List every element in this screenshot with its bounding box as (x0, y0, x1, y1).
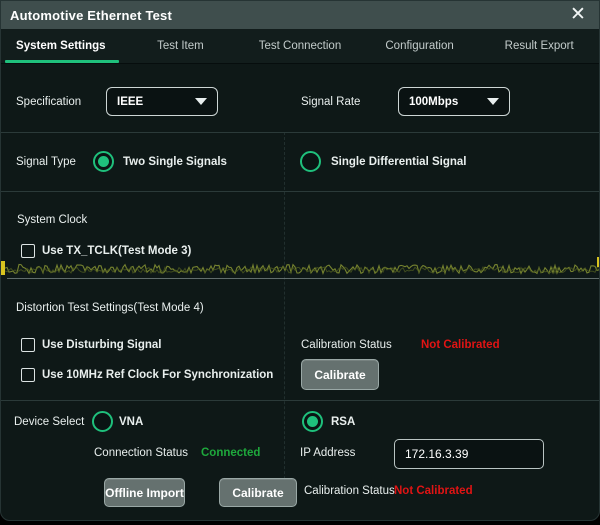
tx-tclk-label: Use TX_TCLK(Test Mode 3) (42, 245, 191, 257)
distortion-calibrate-button[interactable]: Calibrate (301, 359, 379, 390)
connection-status-label: Connection Status (94, 447, 188, 459)
tx-tclk-checkbox[interactable] (21, 244, 35, 258)
rsa-label: RSA (331, 416, 355, 428)
chevron-down-icon (195, 98, 207, 105)
section-divider (1, 191, 599, 192)
title-bar: Automotive Ethernet Test ✕ (1, 1, 599, 29)
close-icon[interactable]: ✕ (567, 4, 589, 26)
signal-rate-dropdown[interactable]: 100Mbps (398, 87, 510, 116)
scope-baseline (7, 278, 600, 279)
scope-waveform (1, 259, 600, 279)
ip-address-input[interactable] (394, 439, 544, 469)
single-differential-signal-label: Single Differential Signal (331, 156, 466, 168)
two-single-signals-label: Two Single Signals (123, 156, 227, 168)
automotive-ethernet-test-dialog: Automotive Ethernet Test ✕ System Settin… (0, 0, 600, 521)
graticule-line (284, 132, 285, 504)
ref-clock-checkbox[interactable] (21, 368, 35, 382)
device-calibration-status-value: Not Calibrated (394, 485, 473, 497)
device-calibration-status-label: Calibration Status (304, 485, 395, 497)
ref-clock-label: Use 10MHz Ref Clock For Synchronization (42, 369, 273, 381)
connection-status-value: Connected (201, 447, 260, 459)
specification-label: Specification (16, 96, 81, 108)
signal-rate-label: Signal Rate (301, 96, 360, 108)
section-divider (1, 132, 599, 133)
radio-vna[interactable] (92, 411, 113, 432)
tab-configuration[interactable]: Configuration (360, 29, 480, 63)
system-clock-title: System Clock (17, 214, 87, 226)
active-tab-underline (5, 60, 119, 63)
device-calibrate-button[interactable]: Calibrate (219, 478, 297, 507)
section-divider (1, 400, 599, 401)
waveform-left-marker (1, 261, 5, 275)
specification-dropdown[interactable]: IEEE (106, 87, 218, 116)
tab-test-connection[interactable]: Test Connection (240, 29, 360, 63)
offline-import-button[interactable]: Offline Import (104, 478, 185, 507)
device-select-label: Device Select (14, 416, 84, 428)
radio-dot (98, 156, 109, 167)
ip-address-label: IP Address (300, 447, 355, 459)
tab-result-export[interactable]: Result Export (479, 29, 599, 63)
window-title: Automotive Ethernet Test (1, 8, 172, 23)
tab-bar: System Settings Test Item Test Connectio… (1, 29, 599, 64)
distortion-title: Distortion Test Settings(Test Mode 4) (16, 302, 204, 314)
signal-type-label: Signal Type (16, 156, 76, 168)
chevron-down-icon (487, 98, 499, 105)
disturbing-signal-checkbox[interactable] (21, 338, 35, 352)
radio-dot (307, 416, 318, 427)
tab-test-item[interactable]: Test Item (121, 29, 241, 63)
distortion-calibration-status-label: Calibration Status (301, 339, 392, 351)
vna-label: VNA (119, 416, 143, 428)
distortion-calibration-status-value: Not Calibrated (421, 339, 500, 351)
radio-rsa[interactable] (302, 411, 323, 432)
radio-two-single-signals[interactable] (93, 151, 114, 172)
radio-single-differential-signal[interactable] (300, 151, 321, 172)
tab-system-settings[interactable]: System Settings (1, 29, 121, 63)
disturbing-signal-label: Use Disturbing Signal (42, 339, 162, 351)
